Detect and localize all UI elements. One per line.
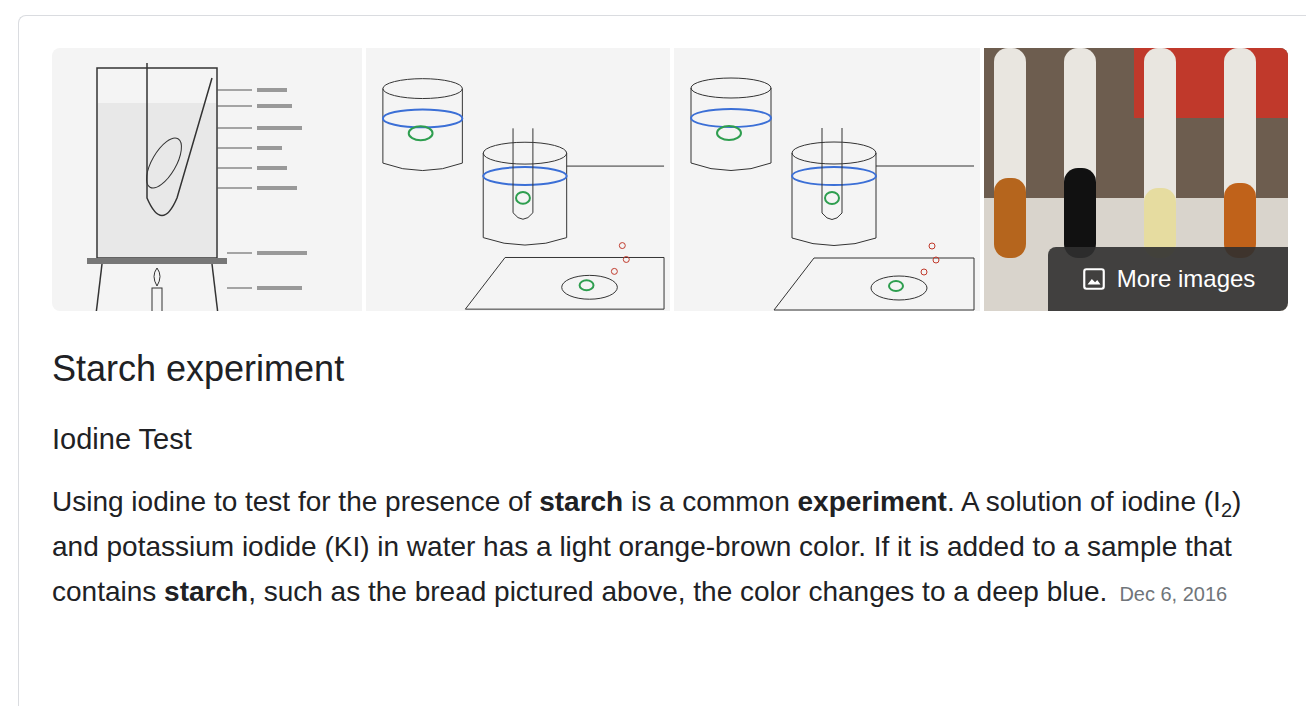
body-text: Using iodine to test for the presence of bbox=[52, 486, 539, 517]
page: More images Starch experiment Iodine Test U… bbox=[0, 0, 1306, 706]
image-thumbnail[interactable]: More images bbox=[984, 48, 1288, 311]
highlight: starch bbox=[539, 486, 623, 517]
subscript: 2 bbox=[1221, 499, 1232, 521]
apparatus-diagram-icon bbox=[52, 48, 362, 311]
body-text: is a common bbox=[623, 486, 797, 517]
body-text: . A solution of iodine (I bbox=[947, 486, 1221, 517]
image-icon bbox=[1081, 266, 1107, 292]
snippet-title[interactable]: Starch experiment bbox=[52, 347, 1288, 391]
body-text: , such as the bread pictured above, the … bbox=[248, 576, 1107, 607]
highlight: starch bbox=[164, 576, 248, 607]
snippet-subtitle: Iodine Test bbox=[52, 421, 1288, 457]
image-thumbnail[interactable] bbox=[674, 48, 980, 311]
snippet-body: Using iodine to test for the presence of… bbox=[52, 479, 1288, 617]
highlight: experiment bbox=[798, 486, 947, 517]
more-images-button[interactable]: More images bbox=[1048, 247, 1288, 311]
steps-diagram-icon bbox=[674, 48, 980, 311]
snippet-date: Dec 6, 2016 bbox=[1119, 583, 1227, 605]
featured-snippet: More images Starch experiment Iodine Test U… bbox=[18, 15, 1306, 706]
steps-diagram-icon bbox=[366, 48, 670, 311]
image-thumbnail[interactable] bbox=[366, 48, 670, 311]
image-thumbnail[interactable] bbox=[52, 48, 362, 311]
more-images-label: More images bbox=[1117, 265, 1256, 293]
image-strip: More images bbox=[52, 48, 1288, 311]
